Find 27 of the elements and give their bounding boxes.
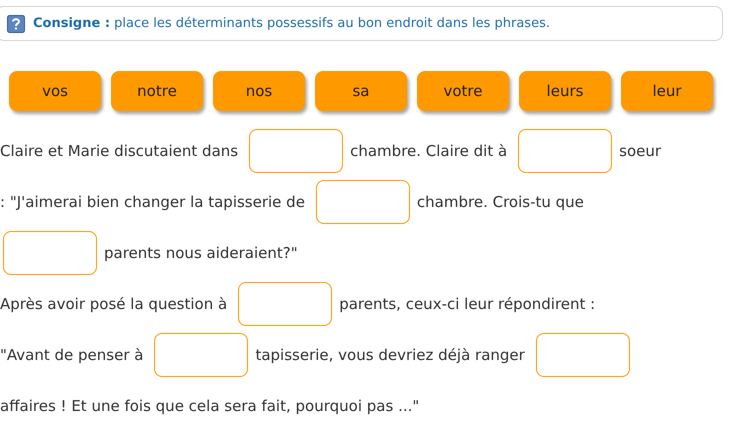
word-tile[interactable]: sa <box>315 71 407 111</box>
answer-box[interactable] <box>536 333 630 377</box>
answer-box[interactable] <box>249 129 344 173</box>
answer-box[interactable] <box>238 282 332 326</box>
word-tile[interactable]: notre <box>111 71 203 111</box>
help-icon <box>7 14 25 32</box>
answer-box[interactable] <box>316 180 410 224</box>
sentence-text: chambre. Claire dit à <box>350 140 508 162</box>
sentence-text: parents, ceux-ci leur répondirent : <box>339 294 596 315</box>
word-tile[interactable]: nos <box>213 71 305 111</box>
word-tile[interactable]: vos <box>9 71 101 111</box>
answer-box[interactable] <box>154 333 248 377</box>
instruction-text: Consigne : place les déterminants possessifs au bon endroit dans les phrases. <box>33 14 550 33</box>
sentence-text: : "J'aimerai bien changer la tapisserie de <box>0 192 305 213</box>
word-tile[interactable]: votre <box>417 71 509 111</box>
answer-box[interactable] <box>3 231 97 275</box>
word-tile[interactable]: leurs <box>519 71 611 111</box>
word-tile[interactable]: leur <box>621 71 713 111</box>
sentence-text: parents nous aideraient?" <box>104 242 298 264</box>
sentence-text: tapisserie, vous devriez déjà ranger <box>255 344 525 366</box>
answer-box[interactable] <box>518 129 612 173</box>
sentence-text: soeur <box>619 140 662 162</box>
sentence-text: affaires ! Et une fois que cela sera fait, pourquoi pas ..." <box>0 396 420 417</box>
sentence-text: Après avoir posé la question à <box>0 294 228 315</box>
sentence-text: "Avant de penser à <box>0 344 144 366</box>
sentence-text: chambre. Crois-tu que <box>416 192 584 213</box>
sentence-text: Claire et Marie discutaient dans <box>0 140 238 162</box>
